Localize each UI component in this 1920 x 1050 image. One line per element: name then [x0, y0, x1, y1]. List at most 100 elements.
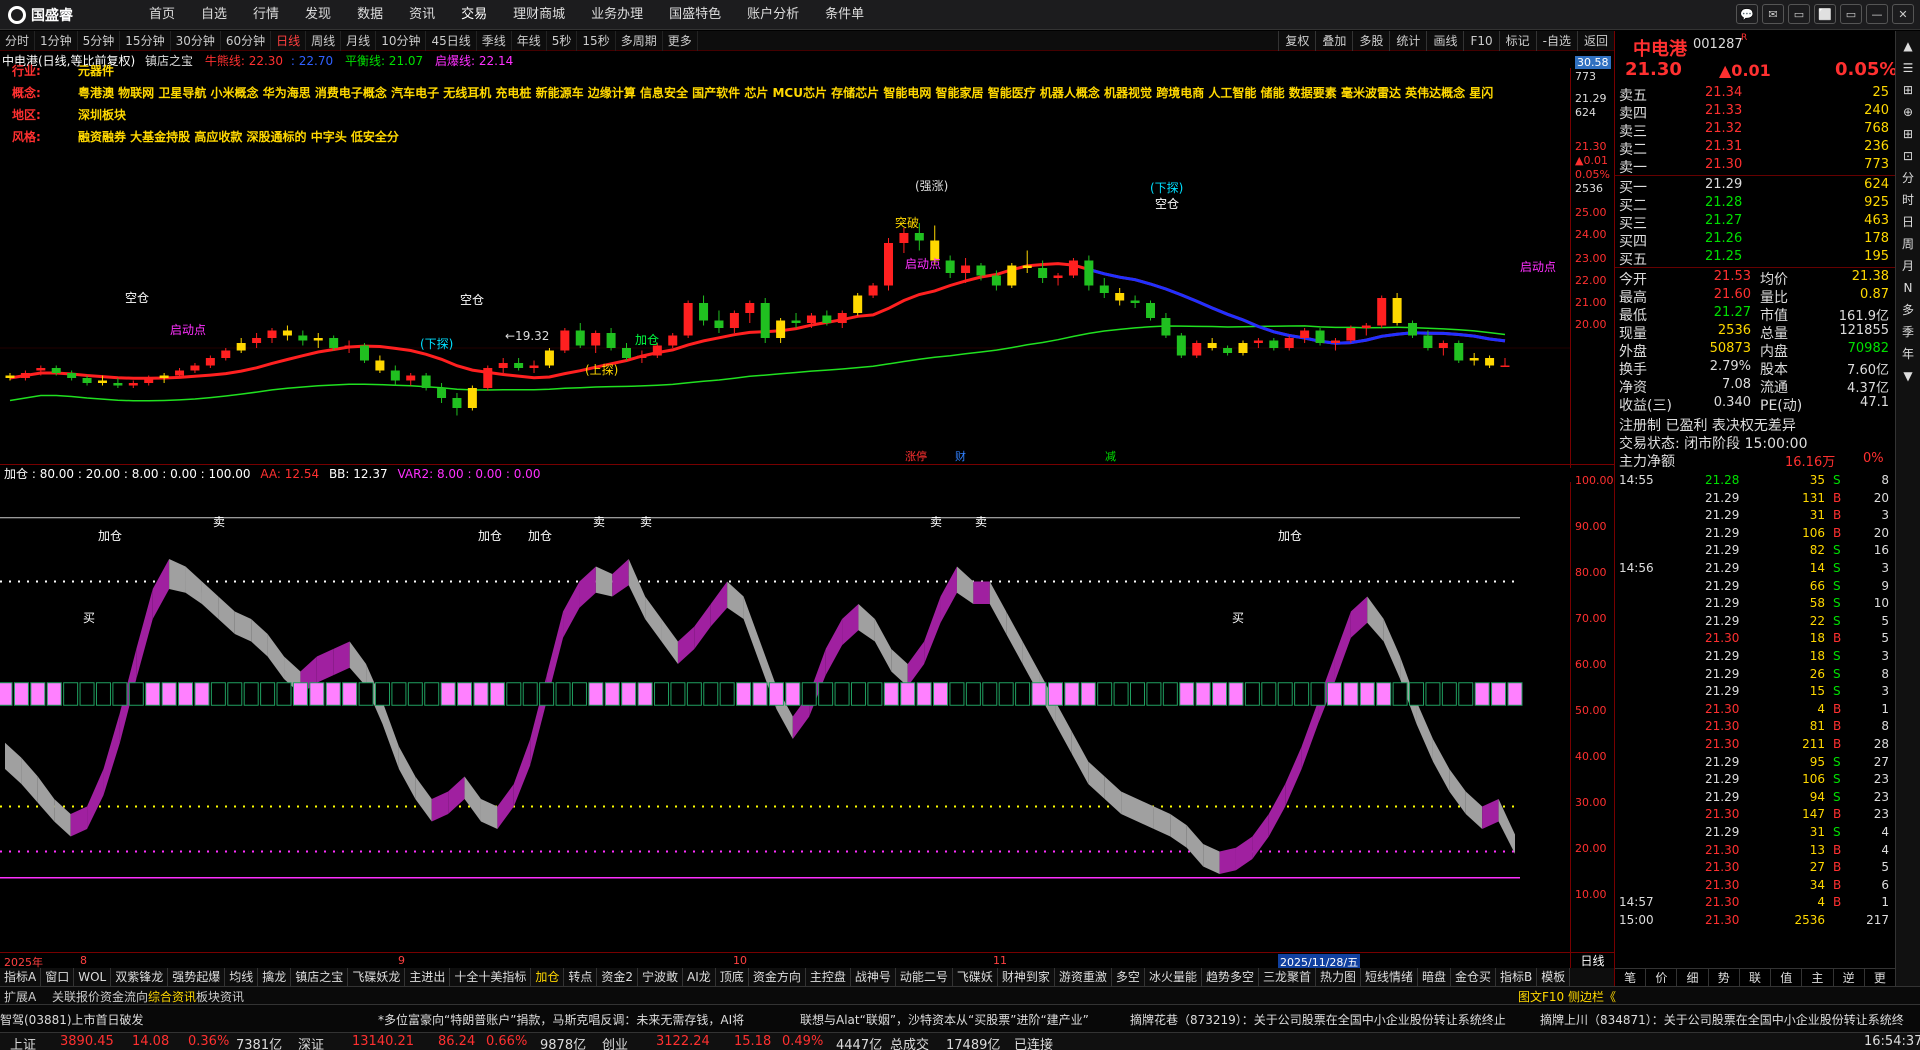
- sub-tab[interactable]: 板块资讯: [196, 988, 244, 1005]
- tool-button[interactable]: 多股: [1352, 31, 1389, 51]
- side-tab[interactable]: 季: [1896, 323, 1920, 341]
- window-control-icon[interactable]: ✉: [1762, 4, 1784, 24]
- nav-item[interactable]: 理财商城: [500, 0, 578, 30]
- sidebar-toggle[interactable]: 图文F10 侧边栏《: [1518, 988, 1616, 1005]
- indicator-tab[interactable]: 擒龙: [258, 968, 292, 986]
- window-control-icon[interactable]: ✕: [1892, 4, 1914, 24]
- window-control-icon[interactable]: 💬: [1736, 4, 1758, 24]
- indicator-tab[interactable]: 趋势多空: [1202, 968, 1259, 986]
- period-tab[interactable]: 年线: [512, 31, 547, 51]
- indicator-tab[interactable]: 冰火量能: [1145, 968, 1202, 986]
- indicator-tab[interactable]: 资金方向: [749, 968, 806, 986]
- quote-tab[interactable]: 更: [1865, 969, 1896, 986]
- news-headline[interactable]: 智驾(03881)上市首日破发: [0, 1011, 144, 1028]
- tool-button[interactable]: 统计: [1389, 31, 1426, 51]
- indicator-tab[interactable]: 飞碟妖: [953, 968, 998, 986]
- indicator-tab[interactable]: 双紫锋龙: [111, 968, 169, 986]
- app-logo[interactable]: 国盛睿: [8, 5, 73, 25]
- period-tab[interactable]: 分时: [0, 31, 36, 51]
- news-headline[interactable]: 摘牌花巷（873219）：关于公司股票在全国中小企业股份转让系统终止: [1130, 1011, 1506, 1028]
- indicator-tab[interactable]: 指标A: [0, 968, 42, 986]
- indicator-tab[interactable]: 指标B: [1496, 968, 1538, 986]
- period-label[interactable]: 日线: [1570, 952, 1614, 968]
- indicator-tab[interactable]: 金仓买: [1451, 968, 1497, 986]
- sub-tab[interactable]: 扩展A: [4, 988, 36, 1005]
- window-control-icon[interactable]: ⬜: [1814, 4, 1836, 24]
- window-control-icon[interactable]: —: [1866, 4, 1888, 24]
- sub-tab[interactable]: 综合资讯: [148, 988, 196, 1005]
- quote-tab[interactable]: 逆: [1834, 969, 1865, 986]
- indicator-tab[interactable]: 战神号: [851, 968, 896, 986]
- quote-tab[interactable]: 笔: [1615, 969, 1647, 986]
- period-tab[interactable]: 周线: [306, 31, 342, 51]
- indicator-tab[interactable]: 镇店之宝: [291, 968, 349, 986]
- period-tab[interactable]: 日线: [271, 31, 307, 51]
- side-tab[interactable]: 多: [1896, 301, 1920, 319]
- nav-item[interactable]: 交易: [448, 0, 500, 30]
- quote-tab[interactable]: 联: [1740, 969, 1772, 986]
- side-tab[interactable]: 月: [1896, 257, 1920, 275]
- news-headline[interactable]: 联想与Alat“联姻”，沙特资本从“买股票”进阶“建产业”: [800, 1011, 1089, 1028]
- side-tab[interactable]: ⊡: [1896, 147, 1920, 165]
- indicator-tab[interactable]: 飞碟妖龙: [348, 968, 406, 986]
- tool-button[interactable]: 标记: [1498, 31, 1536, 51]
- tool-button[interactable]: 画线: [1426, 31, 1463, 51]
- nav-item[interactable]: 业务办理: [578, 0, 656, 30]
- indicator-tab[interactable]: 主控盘: [806, 968, 851, 986]
- indicator-tab[interactable]: 资金2: [597, 968, 639, 986]
- tool-button[interactable]: 复权: [1278, 31, 1315, 51]
- side-tab[interactable]: 年: [1896, 345, 1920, 363]
- quote-tab[interactable]: 势: [1709, 969, 1740, 986]
- indicator-tab[interactable]: 财神到家: [998, 968, 1055, 986]
- nav-item[interactable]: 首页: [136, 0, 188, 30]
- nav-item[interactable]: 国盛特色: [656, 0, 734, 30]
- indicator-tab[interactable]: 动能二号: [896, 968, 953, 986]
- period-tab[interactable]: 15秒: [577, 31, 616, 51]
- tool-button[interactable]: 返回: [1576, 31, 1614, 51]
- indicator-tab[interactable]: 均线: [225, 968, 259, 986]
- period-tab[interactable]: 季线: [477, 31, 512, 51]
- window-control-icon[interactable]: ▭: [1840, 4, 1862, 24]
- quote-tab[interactable]: 值: [1771, 969, 1803, 986]
- side-tab[interactable]: ⊞: [1896, 81, 1920, 99]
- indicator-tab[interactable]: 多空: [1112, 968, 1145, 986]
- side-tab[interactable]: N: [1896, 279, 1920, 297]
- indicator-tab[interactable]: 三龙聚首: [1259, 968, 1316, 986]
- quote-tab[interactable]: 主: [1802, 969, 1834, 986]
- period-tab[interactable]: 5秒: [547, 31, 578, 51]
- indicator-tab[interactable]: 宁波敢: [638, 968, 684, 986]
- period-tab[interactable]: 5分钟: [78, 31, 121, 51]
- indicator-tab[interactable]: 模板: [1537, 968, 1571, 986]
- side-tab[interactable]: 日: [1896, 213, 1920, 231]
- indicator-tab[interactable]: 热力图: [1316, 968, 1361, 986]
- indicator-tab[interactable]: 暗盘: [1418, 968, 1452, 986]
- side-tab[interactable]: ⊕: [1896, 103, 1920, 121]
- nav-item[interactable]: 自选: [188, 0, 240, 30]
- period-tab[interactable]: 多周期: [616, 31, 663, 51]
- period-tab[interactable]: 1分钟: [35, 31, 78, 51]
- indicator-tab[interactable]: 短线情绪: [1361, 968, 1419, 986]
- indicator-tab[interactable]: 强势起爆: [168, 968, 226, 986]
- nav-item[interactable]: 资讯: [396, 0, 448, 30]
- indicator-tab[interactable]: 转点: [564, 968, 598, 986]
- nav-item[interactable]: 发现: [292, 0, 344, 30]
- nav-item[interactable]: 条件单: [812, 0, 877, 30]
- period-tab[interactable]: 10分钟: [376, 31, 427, 51]
- news-headline[interactable]: *多位富豪向“特朗普账户”捐款，马斯克唱反调：未来无需存钱，AI将: [378, 1011, 744, 1028]
- tool-button[interactable]: -自选: [1535, 31, 1577, 51]
- indicator-tab[interactable]: 加仓: [531, 968, 565, 986]
- quote-tab[interactable]: 细: [1677, 969, 1709, 986]
- tool-button[interactable]: F10: [1463, 31, 1498, 51]
- indicator-tab[interactable]: 十全十美指标: [450, 968, 532, 986]
- period-tab[interactable]: 45日线: [426, 31, 477, 51]
- side-tab[interactable]: ⊞: [1896, 125, 1920, 143]
- nav-item[interactable]: 账户分析: [734, 0, 812, 30]
- period-tab[interactable]: 月线: [341, 31, 377, 51]
- side-tab[interactable]: ▲: [1896, 37, 1920, 55]
- side-tab[interactable]: 分: [1896, 169, 1920, 187]
- sub-tab[interactable]: 关联报价: [52, 988, 100, 1005]
- sub-tab[interactable]: 资金流向: [100, 988, 148, 1005]
- indicator-tab[interactable]: 主进出: [405, 968, 451, 986]
- indicator-tab[interactable]: AI龙: [683, 968, 716, 986]
- indicator-tab[interactable]: 顶底: [716, 968, 749, 986]
